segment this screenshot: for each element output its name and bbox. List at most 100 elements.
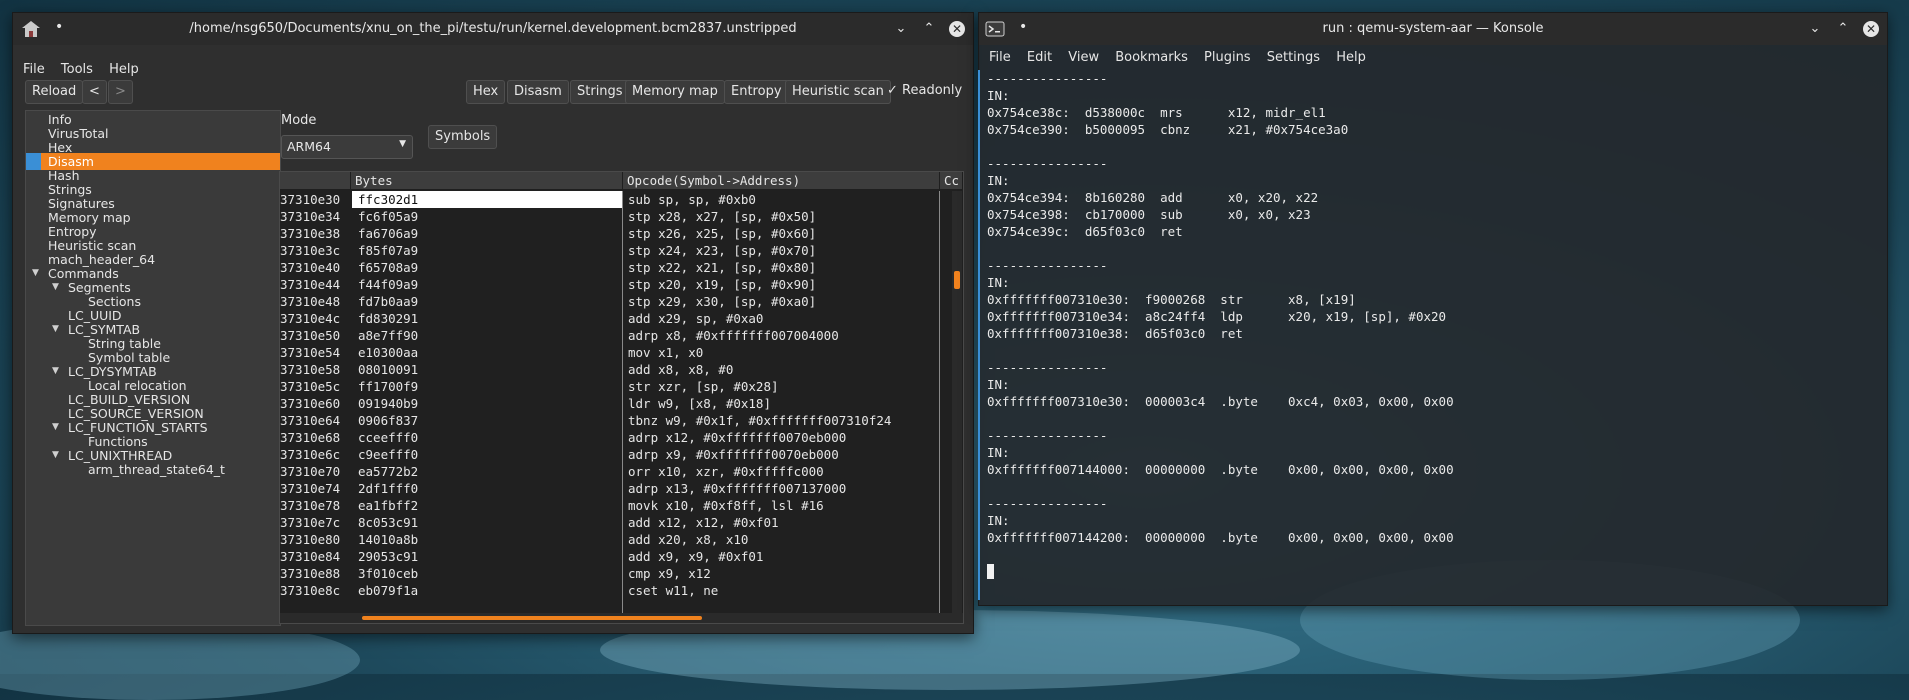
forward-button[interactable]: > bbox=[108, 80, 133, 104]
table-row[interactable]: 37310e40 bbox=[280, 259, 350, 276]
vertical-scroll-thumb[interactable] bbox=[954, 271, 960, 289]
opcode-cell[interactable]: mov x1, x0 bbox=[628, 344, 936, 361]
table-row[interactable]: 37310e84 bbox=[280, 548, 350, 565]
table-row[interactable]: 37310e54 bbox=[280, 344, 350, 361]
opcode-cell[interactable]: stp x29, x30, [sp, #0xa0] bbox=[628, 293, 936, 310]
table-row[interactable]: 37310e8c bbox=[280, 582, 350, 599]
table-row[interactable]: 37310e38 bbox=[280, 225, 350, 242]
disasm-button[interactable]: Disasm bbox=[507, 80, 569, 104]
table-row[interactable]: 37310e48 bbox=[280, 293, 350, 310]
bytes-cell[interactable]: eb079f1a bbox=[358, 582, 618, 599]
table-row[interactable]: 37310e3c bbox=[280, 242, 350, 259]
header-opcode[interactable]: Opcode(Symbol->Address) bbox=[623, 172, 940, 190]
table-row[interactable]: 37310e34 bbox=[280, 208, 350, 225]
opcode-cell[interactable]: ldr w9, [x8, #0x18] bbox=[628, 395, 936, 412]
menu-file[interactable]: File bbox=[23, 60, 45, 79]
bytes-cell[interactable]: fa6706a9 bbox=[358, 225, 618, 242]
table-row[interactable]: 37310e88 bbox=[280, 565, 350, 582]
menu-view[interactable]: View bbox=[1068, 48, 1099, 67]
bytes-cell[interactable]: 0906f837 bbox=[358, 412, 618, 429]
readonly-checkbox[interactable]: ✓ Readonly bbox=[887, 83, 962, 98]
bytes-cell[interactable]: f44f09a9 bbox=[358, 276, 618, 293]
close-button[interactable]: ✕ bbox=[949, 21, 965, 37]
reload-button[interactable]: Reload bbox=[25, 80, 84, 104]
opcode-cell[interactable]: orr x10, xzr, #0xfffffc000 bbox=[628, 463, 936, 480]
bytes-cell[interactable]: 2df1fff0 bbox=[358, 480, 618, 497]
menu-help[interactable]: Help bbox=[1336, 48, 1366, 67]
opcode-cell[interactable]: str xzr, [sp, #0x28] bbox=[628, 378, 936, 395]
strings-button[interactable]: Strings bbox=[570, 80, 630, 104]
memory-map-button[interactable]: Memory map bbox=[625, 80, 725, 104]
opcode-cell[interactable]: adrp x13, #0xfffffff007137000 bbox=[628, 480, 936, 497]
menu-edit[interactable]: Edit bbox=[1027, 48, 1052, 67]
bytes-cell[interactable]: fd830291 bbox=[358, 310, 618, 327]
opcode-cell[interactable]: sub sp, sp, #0xb0 bbox=[628, 191, 936, 208]
collapse-arrow-icon[interactable]: ▼ bbox=[52, 419, 64, 436]
collapse-arrow-icon[interactable]: ▼ bbox=[52, 321, 64, 338]
bytes-cell[interactable]: 3f010ceb bbox=[358, 565, 618, 582]
opcode-cell[interactable]: adrp x12, #0xfffffff0070eb000 bbox=[628, 429, 936, 446]
opcode-cell[interactable]: stp x28, x27, [sp, #0x50] bbox=[628, 208, 936, 225]
collapse-arrow-icon[interactable]: ▼ bbox=[52, 279, 64, 296]
table-row[interactable]: 37310e4c bbox=[280, 310, 350, 327]
table-row[interactable]: 37310e64 bbox=[280, 412, 350, 429]
symbols-button[interactable]: Symbols bbox=[428, 125, 498, 149]
table-row[interactable]: 37310e74 bbox=[280, 480, 350, 497]
bytes-cell[interactable]: 08010091 bbox=[358, 361, 618, 378]
collapse-arrow-icon[interactable]: ▼ bbox=[52, 447, 64, 464]
opcode-cell[interactable]: stp x24, x23, [sp, #0x70] bbox=[628, 242, 936, 259]
table-row[interactable]: 37310e68 bbox=[280, 429, 350, 446]
maximize-button[interactable]: ⌃ bbox=[921, 21, 937, 37]
opcode-cell[interactable]: add x20, x8, x10 bbox=[628, 531, 936, 548]
entropy-button[interactable]: Entropy bbox=[724, 80, 789, 104]
bytes-cell[interactable]: fc6f05a9 bbox=[358, 208, 618, 225]
bytes-cell[interactable]: 091940b9 bbox=[358, 395, 618, 412]
opcode-cell[interactable]: adrp x9, #0xfffffff0070eb000 bbox=[628, 446, 936, 463]
table-row[interactable]: 37310e70 bbox=[280, 463, 350, 480]
bytes-cell[interactable]: ea1fbff2 bbox=[358, 497, 618, 514]
bytes-cell[interactable]: ff1700f9 bbox=[358, 378, 618, 395]
minimize-button[interactable]: ⌄ bbox=[893, 21, 909, 37]
bytes-cell[interactable]: f85f07a9 bbox=[358, 242, 618, 259]
opcode-cell[interactable]: stp x26, x25, [sp, #0x60] bbox=[628, 225, 936, 242]
header-comment[interactable]: Cc bbox=[940, 172, 963, 190]
horizontal-scrollbar[interactable] bbox=[280, 613, 963, 623]
table-row[interactable]: 37310e58 bbox=[280, 361, 350, 378]
menu-bookmarks[interactable]: Bookmarks bbox=[1115, 48, 1188, 67]
maximize-button[interactable]: ⌃ bbox=[1835, 21, 1851, 37]
bytes-cell[interactable]: a8e7ff90 bbox=[358, 327, 618, 344]
table-row[interactable]: 37310e30 bbox=[280, 191, 350, 208]
opcode-cell[interactable]: add x12, x12, #0xf01 bbox=[628, 514, 936, 531]
bytes-cell[interactable]: c9eefff0 bbox=[358, 446, 618, 463]
opcode-cell[interactable]: add x8, x8, #0 bbox=[628, 361, 936, 378]
opcode-cell[interactable]: add x9, x9, #0xf01 bbox=[628, 548, 936, 565]
opcode-cell[interactable]: movk x10, #0xf8ff, lsl #16 bbox=[628, 497, 936, 514]
tree-item-arm-thread-state[interactable]: arm_thread_state64_t bbox=[88, 461, 225, 478]
table-row[interactable]: 37310e50 bbox=[280, 327, 350, 344]
menu-settings[interactable]: Settings bbox=[1267, 48, 1320, 67]
terminal-output[interactable]: ---------------- IN: 0x754ce38c: d538000… bbox=[978, 70, 1884, 600]
table-row[interactable]: 37310e60 bbox=[280, 395, 350, 412]
header-bytes[interactable]: Bytes bbox=[351, 172, 623, 190]
close-button[interactable]: ✕ bbox=[1863, 21, 1879, 37]
table-row[interactable]: 37310e44 bbox=[280, 276, 350, 293]
table-row[interactable]: 37310e7c bbox=[280, 514, 350, 531]
bytes-cell[interactable]: fd7b0aa9 bbox=[358, 293, 618, 310]
collapse-arrow-icon[interactable]: ▼ bbox=[32, 265, 44, 282]
bytes-cell[interactable]: e10300aa bbox=[358, 344, 618, 361]
table-row[interactable]: 37310e78 bbox=[280, 497, 350, 514]
mode-select[interactable]: ARM64 ▼ bbox=[281, 135, 413, 159]
bytes-cell[interactable]: ea5772b2 bbox=[358, 463, 618, 480]
bytes-cell[interactable]: 29053c91 bbox=[358, 548, 618, 565]
opcode-cell[interactable]: tbnz w9, #0x1f, #0xfffffff007310f24 bbox=[628, 412, 936, 429]
collapse-arrow-icon[interactable]: ▼ bbox=[52, 363, 64, 380]
opcode-cell[interactable]: stp x22, x21, [sp, #0x80] bbox=[628, 259, 936, 276]
bytes-cell[interactable]: cceefff0 bbox=[358, 429, 618, 446]
vertical-scrollbar[interactable] bbox=[952, 191, 962, 613]
opcode-cell[interactable]: adrp x8, #0xfffffff007004000 bbox=[628, 327, 936, 344]
menu-help[interactable]: Help bbox=[109, 60, 139, 79]
menu-tools[interactable]: Tools bbox=[61, 60, 93, 79]
bytes-cell[interactable]: f65708a9 bbox=[358, 259, 618, 276]
bytes-cell[interactable]: ffc302d1 bbox=[358, 191, 618, 208]
back-button[interactable]: < bbox=[82, 80, 107, 104]
